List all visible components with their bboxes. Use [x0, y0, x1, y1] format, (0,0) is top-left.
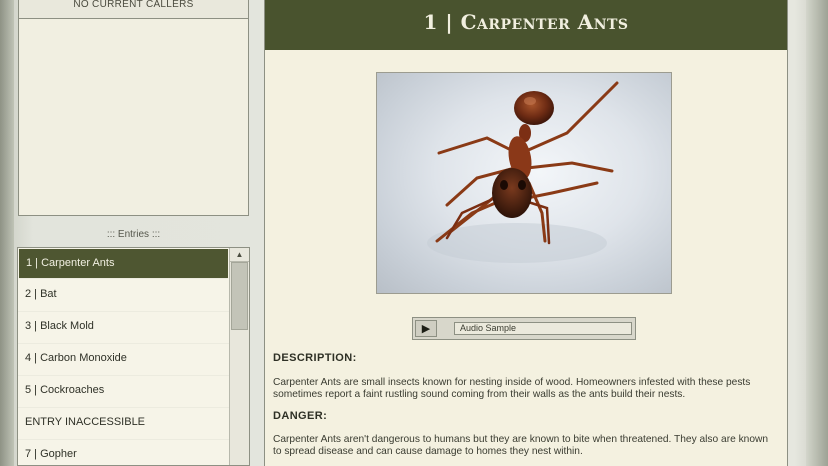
article-panel: 1 | Carpenter Ants ▶ Audio Sample DESCRI… [264, 0, 788, 466]
scroll-up-icon[interactable]: ▲ [230, 248, 249, 262]
entry-item-inaccessible[interactable]: ENTRY INACCESSIBLE [18, 408, 249, 440]
monitor-bezel-right [806, 0, 828, 466]
play-button[interactable]: ▶ [415, 320, 437, 337]
entries-list[interactable]: 1 | Carpenter Ants 2 | Bat 3 | Black Mol… [17, 247, 250, 466]
description-text: Carpenter Ants are small insects known f… [273, 377, 751, 400]
callers-status: NO CURRENT CALLERS [19, 0, 248, 19]
entry-item[interactable]: 5 | Cockroaches [18, 376, 249, 408]
monitor-bezel-left [0, 0, 14, 466]
entry-item[interactable]: 7 | Gopher [18, 440, 249, 465]
entries-title: ::: Entries ::: [106, 229, 161, 240]
article-title: 1 | Carpenter Ants [265, 0, 787, 50]
callers-panel: NO CURRENT CALLERS [18, 0, 249, 216]
description-heading: DESCRIPTION: [273, 352, 357, 364]
entries-scrollbar[interactable]: ▲ [229, 248, 249, 465]
audio-player: ▶ Audio Sample [412, 317, 636, 340]
entry-item[interactable]: 1 | Carpenter Ants [19, 249, 228, 279]
danger-heading: DANGER: [273, 410, 328, 422]
danger-text: Carpenter Ants aren't dangerous to human… [273, 434, 769, 457]
entry-item[interactable]: 3 | Black Mold [18, 312, 249, 344]
scrollbar-thumb[interactable] [231, 262, 248, 330]
entry-item[interactable]: 4 | Carbon Monoxide [18, 344, 249, 376]
ant-photo [376, 72, 672, 294]
ant-illustration [427, 81, 619, 263]
audio-label[interactable]: Audio Sample [454, 322, 632, 335]
play-icon: ▶ [421, 323, 431, 335]
entry-item[interactable]: 2 | Bat [18, 280, 249, 312]
